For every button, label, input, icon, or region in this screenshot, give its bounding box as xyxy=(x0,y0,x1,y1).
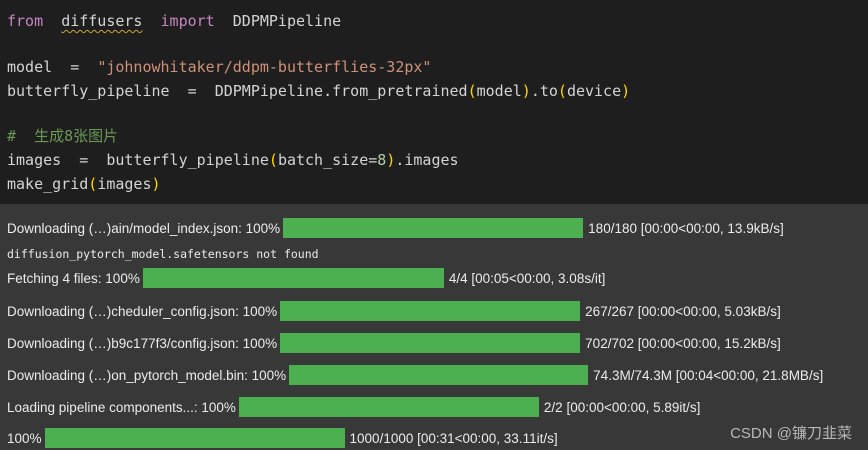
assign-op: = xyxy=(79,151,89,169)
assign-op: = xyxy=(187,82,197,100)
paren-close: ) xyxy=(386,151,396,169)
progress-bar xyxy=(142,268,444,288)
keyword-import: import xyxy=(160,12,215,30)
progress-row: Downloading (…)b9c177f3/config.json: 100… xyxy=(7,333,781,353)
paren-open: ( xyxy=(268,151,278,169)
var-model: model xyxy=(7,58,53,76)
paren-close: ) xyxy=(621,82,631,100)
model-id-string: "johnowhitaker/ddpm-butterflies-32px" xyxy=(97,58,432,76)
progress-label: Downloading (…)ain/model_index.json: 100… xyxy=(7,220,281,236)
progress-row: Downloading (…)ain/model_index.json: 100… xyxy=(7,218,784,238)
var-pipeline: butterfly_pipeline xyxy=(7,82,170,100)
output-message: diffusion_pytorch_model.safetensors not … xyxy=(7,247,319,261)
progress-label: Downloading (…)cheduler_config.json: 100… xyxy=(7,303,278,319)
progress-stats: 2/2 [00:00<00:00, 5.89it/s] xyxy=(543,399,701,415)
call-make-grid: make_grid xyxy=(7,175,89,193)
progress-bar xyxy=(283,218,584,238)
code-cell[interactable]: from diffusers import DDPMPipeline model… xyxy=(0,0,868,204)
progress-stats: 267/267 [00:00<00:00, 5.03kB/s] xyxy=(585,303,781,319)
progress-label: Downloading (…)on_pytorch_model.bin: 100… xyxy=(7,367,287,383)
paren-open: ( xyxy=(467,82,477,100)
call-pipeline: butterfly_pipeline xyxy=(106,151,269,169)
progress-stats: 74.3M/74.3M [00:04<00:00, 21.8MB/s] xyxy=(593,367,824,383)
progress-stats: 702/702 [00:00<00:00, 15.2kB/s] xyxy=(585,335,781,351)
code-line-make-grid[interactable]: make_grid(images) xyxy=(7,175,161,193)
code-comment[interactable]: # 生成8张图片 xyxy=(7,127,118,145)
paren-open: ( xyxy=(88,175,98,193)
progress-row: Downloading (…)on_pytorch_model.bin: 100… xyxy=(7,365,823,385)
progress-bar xyxy=(44,428,345,448)
progress-bar xyxy=(280,333,581,353)
attr-images: .images xyxy=(395,151,459,169)
paren-open: ( xyxy=(557,82,567,100)
progress-stats: 1000/1000 [00:31<00:00, 33.11it/s] xyxy=(349,430,558,446)
arg-device: device xyxy=(566,82,622,100)
arg-model: model xyxy=(476,82,522,100)
progress-label: 100% xyxy=(7,430,42,446)
progress-label: Fetching 4 files: 100% xyxy=(7,270,140,286)
progress-label: Downloading (…)b9c177f3/config.json: 100… xyxy=(7,335,278,351)
imported-class: DDPMPipeline xyxy=(232,12,342,30)
progress-stats: 4/4 [00:05<00:00, 3.08s/it] xyxy=(448,270,606,286)
paren-close: ) xyxy=(521,82,531,100)
progress-row: Fetching 4 files: 100% 4/4 [00:05<00:00,… xyxy=(7,268,605,288)
module-name: diffusers xyxy=(61,12,143,30)
progress-bar xyxy=(238,397,539,417)
progress-bar xyxy=(289,365,589,385)
var-images: images xyxy=(7,151,62,169)
progress-label: Loading pipeline components...: 100% xyxy=(7,399,236,415)
progress-row: Loading pipeline components...: 100% 2/2… xyxy=(7,397,700,417)
paren-close: ) xyxy=(151,175,161,193)
code-line-images[interactable]: images = butterfly_pipeline(batch_size=8… xyxy=(7,151,459,169)
code-line-pipeline[interactable]: butterfly_pipeline = DDPMPipeline.from_p… xyxy=(7,82,630,100)
kwarg-name: batch_size= xyxy=(277,151,378,169)
method-to: .to xyxy=(530,82,558,100)
call-from-pretrained: DDPMPipeline.from_pretrained xyxy=(214,82,468,100)
code-line-model[interactable]: model = "johnowhitaker/ddpm-butterflies-… xyxy=(7,58,431,76)
arg-images: images xyxy=(97,175,152,193)
assign-op: = xyxy=(70,58,80,76)
kwarg-value: 8 xyxy=(377,151,387,169)
code-line-import[interactable]: from diffusers import DDPMPipeline xyxy=(7,12,341,30)
watermark: CSDN @镰刀韭菜 xyxy=(730,425,852,442)
progress-row: 100% 1000/1000 [00:31<00:00, 33.11it/s] xyxy=(7,428,558,448)
progress-row: Downloading (…)cheduler_config.json: 100… xyxy=(7,301,781,321)
keyword-from: from xyxy=(7,12,44,30)
progress-stats: 180/180 [00:00<00:00, 13.9kB/s] xyxy=(588,220,784,236)
progress-bar xyxy=(280,301,581,321)
